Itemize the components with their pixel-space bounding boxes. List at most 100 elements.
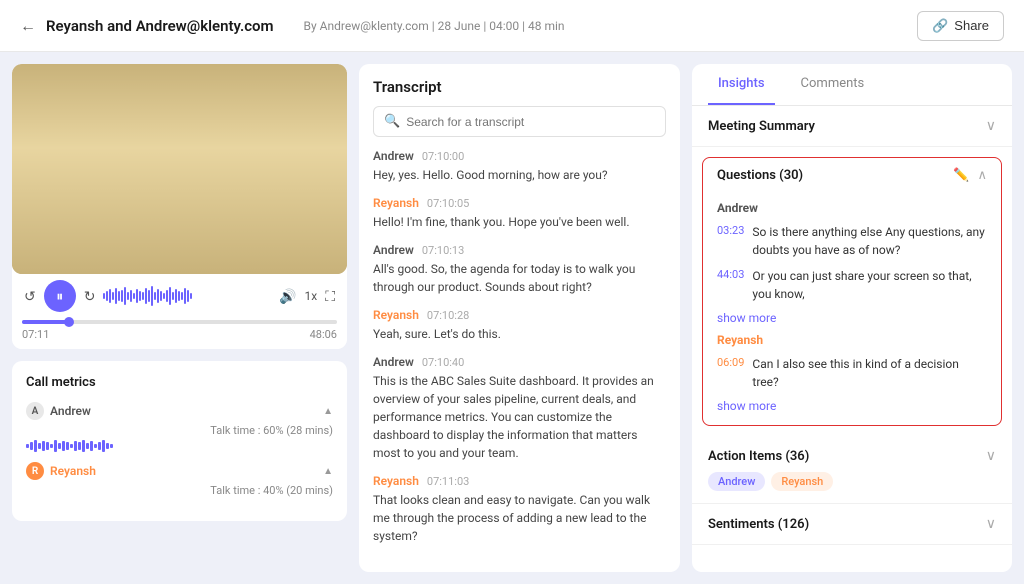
- action-items-tags: Andrew Reyansh: [708, 472, 996, 491]
- wave-bar: [178, 291, 180, 301]
- video-player[interactable]: [12, 64, 347, 274]
- q-time-2[interactable]: 44:03: [717, 268, 744, 281]
- q-time-3[interactable]: 06:09: [717, 356, 744, 369]
- tab-insights[interactable]: Insights: [708, 64, 775, 105]
- a-wave: [86, 443, 89, 449]
- q-text-3: Can I also see this in kind of a decisio…: [752, 355, 987, 391]
- replay-button[interactable]: ↺: [22, 286, 38, 307]
- wave-bar: [106, 291, 108, 301]
- wave-bar: [121, 290, 123, 302]
- a-wave: [98, 442, 101, 450]
- app-container: ← Reyansh and Andrew@klenty.com By Andre…: [0, 0, 1024, 584]
- message-7: Andrew 07:11:30 Absolutely! To add a new…: [373, 557, 666, 558]
- a-wave: [50, 444, 53, 448]
- progress-track[interactable]: [22, 320, 337, 324]
- header-meta: By Andrew@klenty.com | 28 June | 04:00 |…: [304, 19, 565, 33]
- questions-andrew-label: Andrew: [717, 201, 987, 215]
- reyansh-talk-time: Talk time : 40% (20 mins): [210, 484, 333, 497]
- time-7: 07:11:30: [422, 558, 464, 559]
- search-input[interactable]: [406, 115, 655, 129]
- time-labels: 07:11 48:06: [22, 328, 337, 341]
- message-6: Reyansh 07:11:03 That looks clean and ea…: [373, 474, 666, 545]
- a-wave: [70, 444, 73, 448]
- progress-section: 07:11 48:06: [12, 316, 347, 349]
- show-more-andrew[interactable]: show more: [717, 311, 987, 325]
- video-card: ↺ ⏸ ↻: [12, 64, 347, 349]
- waveform: [103, 286, 271, 306]
- questions-section: Questions (30) ✏️ ∧ Andrew 03:23 So is t…: [702, 157, 1002, 426]
- action-items-section: Action Items (36) ∨ Andrew Reyansh: [692, 436, 1012, 504]
- chevron-up-icon[interactable]: ∧: [977, 168, 987, 183]
- transcript-messages: Andrew 07:10:00 Hey, yes. Hello. Good mo…: [373, 149, 666, 558]
- wave-bar: [163, 293, 165, 299]
- meeting-summary-section[interactable]: Meeting Summary ∨: [692, 106, 1012, 147]
- message-4: Reyansh 07:10:28 Yeah, sure. Let's do th…: [373, 308, 666, 343]
- questions-header[interactable]: Questions (30) ✏️ ∧: [703, 158, 1001, 193]
- back-arrow-icon[interactable]: ←: [20, 16, 36, 36]
- wave-bar: [169, 287, 171, 305]
- show-more-reyansh[interactable]: show more: [717, 399, 987, 413]
- avatar-reyansh: R: [26, 462, 44, 480]
- tab-comments[interactable]: Comments: [791, 64, 875, 105]
- question-2: 44:03 Or you can just share your screen …: [717, 267, 987, 303]
- progress-thumb: [64, 317, 74, 327]
- message-3: Andrew 07:10:13 All's good. So, the agen…: [373, 243, 666, 296]
- msg-text-6: That looks clean and easy to navigate. C…: [373, 491, 666, 545]
- sentiments-section[interactable]: Sentiments (126) ∨: [692, 504, 1012, 545]
- tag-andrew[interactable]: Andrew: [708, 472, 765, 491]
- q-text-1: So is there anything else Any questions,…: [752, 223, 987, 259]
- metric-reyansh-name: R Reyansh: [26, 462, 96, 480]
- andrew-talk-time-row: Talk time : 60% (28 mins): [26, 424, 333, 437]
- page-title: Reyansh and Andrew@klenty.com: [46, 17, 274, 35]
- msg-header-6: Reyansh 07:11:03: [373, 474, 666, 488]
- a-wave: [26, 444, 29, 448]
- q-time-1[interactable]: 03:23: [717, 224, 744, 237]
- sentiments-controls: ∨: [986, 516, 996, 532]
- andrew-waveform: [26, 440, 333, 452]
- background-curtain: [12, 64, 347, 274]
- insights-tabs: Insights Comments: [692, 64, 1012, 106]
- volume-button[interactable]: 🔊: [277, 286, 298, 307]
- tag-reyansh[interactable]: Reyansh: [771, 472, 833, 491]
- progress-fill: [22, 320, 69, 324]
- speed-label[interactable]: 1x: [304, 289, 317, 303]
- share-button[interactable]: 🔗 Share: [917, 11, 1004, 41]
- wave-bar: [118, 291, 120, 301]
- action-items-row: Action Items (36) ∨: [708, 448, 996, 464]
- share-icon: 🔗: [932, 18, 948, 34]
- wave-bar: [109, 289, 111, 303]
- reyansh-talk-time-row: Talk time : 40% (20 mins): [26, 484, 333, 497]
- reyansh-collapse-arrow[interactable]: ▲: [323, 466, 333, 477]
- wave-bar: [139, 291, 141, 301]
- search-icon: 🔍: [384, 114, 400, 129]
- andrew-name-label: Andrew: [50, 404, 91, 418]
- andrew-collapse-arrow[interactable]: ▲: [323, 406, 333, 417]
- wave-bar: [166, 290, 168, 302]
- edit-icon[interactable]: ✏️: [953, 168, 969, 183]
- a-wave: [110, 444, 113, 448]
- controls-row: ↺ ⏸ ↻: [12, 274, 347, 316]
- msg-text-1: Hey, yes. Hello. Good morning, how are y…: [373, 166, 666, 184]
- a-wave: [102, 440, 105, 452]
- main-content: ↺ ⏸ ↻: [0, 52, 1024, 584]
- call-metrics-card: Call metrics A Andrew ▲ Talk time : 60% …: [12, 361, 347, 521]
- author-reyansh-2: Reyansh: [373, 196, 419, 210]
- forward-button[interactable]: ↻: [82, 286, 98, 307]
- a-wave: [78, 442, 81, 450]
- wave-bar: [112, 292, 114, 300]
- wave-bar: [175, 289, 177, 303]
- search-box[interactable]: 🔍: [373, 106, 666, 137]
- a-wave: [30, 442, 33, 450]
- action-items-chevron[interactable]: ∨: [986, 448, 996, 464]
- insights-panel: Insights Comments Meeting Summary ∨ Ques…: [692, 64, 1012, 572]
- meeting-summary-title: Meeting Summary: [708, 119, 815, 134]
- q-text-2: Or you can just share your screen so tha…: [752, 267, 987, 303]
- metric-andrew-header: A Andrew ▲: [26, 402, 333, 420]
- andrew-talk-time: Talk time : 60% (28 mins): [210, 424, 333, 437]
- wave-bar: [172, 292, 174, 300]
- fullscreen-button[interactable]: ⛶: [323, 286, 337, 307]
- play-pause-button[interactable]: ⏸: [44, 280, 76, 312]
- question-3: 06:09 Can I also see this in kind of a d…: [717, 355, 987, 391]
- msg-header-2: Reyansh 07:10:05: [373, 196, 666, 210]
- wave-bar: [154, 292, 156, 300]
